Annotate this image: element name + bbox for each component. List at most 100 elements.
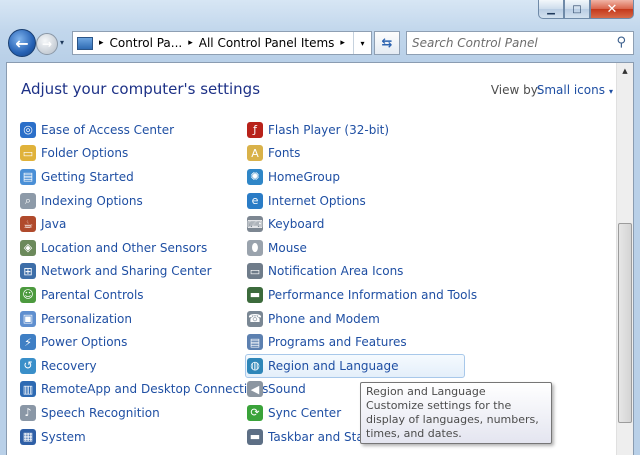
items-column-left: ◎ Ease of Access Center ▭ Folder Options ▤ Ge… (19, 118, 268, 448)
control-panel-item[interactable]: ▤ Getting Started (19, 165, 268, 189)
recent-pages-button[interactable]: ▾ (60, 38, 64, 47)
programs-features-icon: ▤ (247, 334, 263, 351)
control-panel-item[interactable]: ◍ Region and Language (245, 353, 465, 378)
control-panel-item-label: Fonts (268, 146, 301, 161)
system-icon: ▦ (20, 428, 36, 445)
breadcrumb-all-items[interactable]: All Control Panel Items (199, 36, 335, 50)
view-by-dropdown[interactable]: Small icons ▾ (537, 83, 613, 97)
navigation-bar: ← → ▾ ▸ Control Pa... ▸ All Control Pane… (6, 28, 634, 58)
flash-player-icon: ƒ (247, 121, 263, 138)
control-panel-item[interactable]: ▣ Personalization (19, 307, 268, 331)
window-frame: ▁ □ ✕ ← → ▾ ▸ Control Pa... ▸ All Contro… (0, 0, 640, 455)
control-panel-item[interactable]: ▬ Performance Information and Tools (246, 283, 477, 307)
control-panel-item[interactable]: ▤ Programs and Features (246, 330, 477, 354)
region-language-icon: ◍ (247, 357, 263, 374)
control-panel-item-label: Sync Center (268, 405, 342, 420)
phone-modem-icon: ☎ (247, 310, 263, 327)
address-bar[interactable]: ▸ Control Pa... ▸ All Control Panel Item… (72, 31, 372, 55)
control-panel-item[interactable]: ⌨ Keyboard (246, 212, 477, 236)
refresh-button[interactable]: ⇆ (374, 31, 400, 55)
control-panel-item[interactable]: ◈ Location and Other Sensors (19, 236, 268, 260)
control-panel-item-label: Location and Other Sensors (41, 240, 208, 255)
control-panel-item[interactable]: ☕ Java (19, 212, 268, 236)
network-sharing-icon: ⊞ (20, 263, 36, 280)
folder-options-icon: ▭ (20, 145, 36, 162)
recovery-icon: ↺ (20, 357, 36, 374)
view-by-label: View by: (490, 83, 541, 97)
forward-button[interactable]: → (36, 33, 58, 55)
control-panel-item-label: Java (41, 217, 67, 232)
control-panel-item[interactable]: ⌕ Indexing Options (19, 189, 268, 213)
control-panel-item[interactable]: ⚡ Power Options (19, 330, 268, 354)
control-panel-item-label: Sound (268, 382, 306, 397)
control-panel-item[interactable]: ◎ Ease of Access Center (19, 118, 268, 142)
remoteapp-icon: ▥ (20, 381, 36, 398)
refresh-icon: ⇆ (381, 35, 393, 51)
control-panel-item[interactable]: ▭ Notification Area Icons (246, 260, 477, 284)
control-panel-item[interactable]: ☎ Phone and Modem (246, 307, 477, 331)
content-header: Adjust your computer's settings View by:… (21, 80, 621, 102)
notification-area-icon: ▭ (247, 263, 263, 280)
location-sensors-icon: ◈ (20, 239, 36, 256)
control-panel-item-label: Notification Area Icons (268, 264, 404, 279)
maximize-button[interactable]: □ (564, 0, 590, 19)
control-panel-item-label: Power Options (41, 335, 128, 350)
breadcrumb-separator[interactable]: ▸ (340, 38, 345, 48)
control-panel-item-label: Performance Information and Tools (268, 287, 478, 302)
ease-of-access-icon: ◎ (20, 121, 36, 138)
control-panel-item[interactable]: e Internet Options (246, 189, 477, 213)
control-panel-item[interactable]: ▥ RemoteApp and Desktop Connections (19, 378, 268, 402)
back-arrow-icon: ← (15, 33, 29, 53)
control-panel-item[interactable]: ⊞ Network and Sharing Center (19, 260, 268, 284)
control-panel-item-label: System (41, 429, 86, 444)
control-panel-item-label: Indexing Options (41, 193, 143, 208)
control-panel-item-label: Phone and Modem (268, 311, 380, 326)
control-panel-item-label: Ease of Access Center (41, 122, 175, 137)
minimize-button[interactable]: ▁ (538, 0, 564, 19)
breadcrumb-separator[interactable]: ▸ (188, 38, 193, 48)
control-panel-item[interactable]: ▭ Folder Options (19, 142, 268, 166)
control-panel-item[interactable]: ☺ Parental Controls (19, 283, 268, 307)
scroll-up-button[interactable]: ▲ (617, 63, 633, 79)
keyboard-icon: ⌨ (247, 216, 263, 233)
control-panel-item-label: RemoteApp and Desktop Connections (41, 382, 269, 397)
getting-started-icon: ▤ (20, 168, 36, 185)
sync-center-icon: ⟳ (247, 404, 263, 421)
vertical-scrollbar[interactable]: ▲ (616, 63, 633, 455)
control-panel-item[interactable]: ♪ Speech Recognition (19, 401, 268, 425)
back-button[interactable]: ← (8, 29, 36, 57)
control-panel-item-label: Region and Language (268, 358, 399, 373)
control-panel-item-label: Personalization (41, 311, 132, 326)
power-options-icon: ⚡ (20, 334, 36, 351)
control-panel-item-label: Network and Sharing Center (41, 264, 212, 279)
mouse-icon: ⬮ (247, 239, 263, 256)
control-panel-item[interactable]: ƒ Flash Player (32-bit) (246, 118, 477, 142)
search-icon[interactable]: ⚲ (616, 35, 626, 50)
address-dropdown-button[interactable]: ▾ (353, 32, 371, 54)
control-panel-item[interactable]: ↺ Recovery (19, 354, 268, 378)
control-panel-item-label: Speech Recognition (41, 405, 160, 420)
parental-controls-icon: ☺ (20, 286, 36, 303)
control-panel-item[interactable]: A Fonts (246, 142, 477, 166)
control-panel-item-label: Keyboard (268, 217, 325, 232)
control-panel-item[interactable]: ▦ System (19, 425, 268, 449)
search-box[interactable]: ⚲ (406, 31, 634, 55)
view-by-value: Small icons (536, 83, 605, 97)
breadcrumb-control-panel[interactable]: Control Pa... (110, 36, 183, 50)
internet-options-icon: e (247, 192, 263, 209)
indexing-options-icon: ⌕ (20, 192, 36, 209)
control-panel-item-label: Flash Player (32-bit) (268, 122, 390, 137)
sound-icon: ◀ (247, 381, 263, 398)
control-panel-item[interactable]: ⬮ Mouse (246, 236, 477, 260)
close-button[interactable]: ✕ (590, 0, 634, 19)
chevron-down-icon: ▾ (608, 87, 613, 96)
performance-info-icon: ▬ (247, 286, 263, 303)
control-panel-item-label: Getting Started (41, 169, 134, 184)
breadcrumb-separator[interactable]: ▸ (99, 38, 104, 48)
caption-buttons: ▁ □ ✕ (538, 0, 634, 20)
tooltip: Region and Language Customize settings f… (360, 382, 552, 444)
control-panel-icon (77, 36, 93, 50)
control-panel-item[interactable]: ✺ HomeGroup (246, 165, 477, 189)
search-input[interactable] (412, 36, 602, 50)
scroll-thumb[interactable] (618, 223, 632, 423)
